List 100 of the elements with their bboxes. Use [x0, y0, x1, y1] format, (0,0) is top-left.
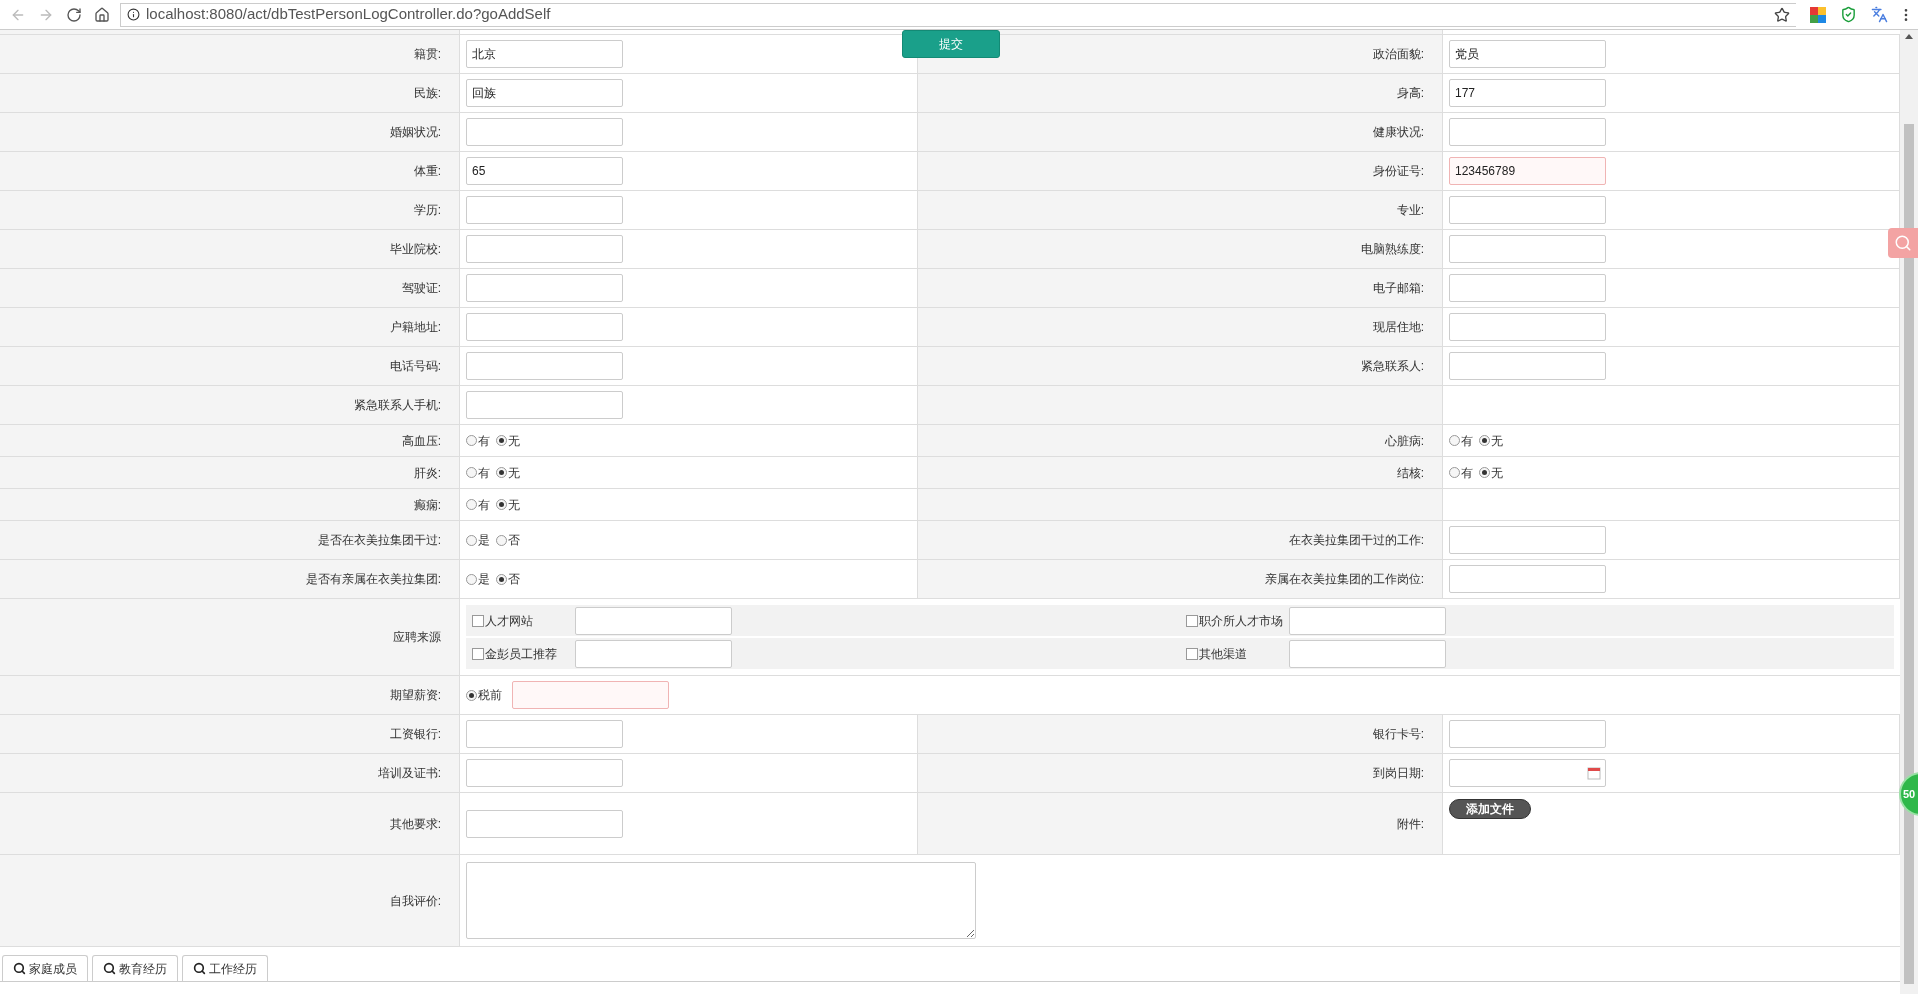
field-label: 身高:	[1396, 85, 1424, 102]
option-label: 职介所人才市场	[1199, 612, 1283, 630]
option-label: 有	[478, 432, 490, 450]
text-field[interactable]	[1449, 196, 1606, 224]
radio-button[interactable]	[1479, 467, 1490, 478]
field-label: 结核:	[1396, 464, 1424, 482]
text-field[interactable]	[466, 809, 623, 838]
search-icon	[13, 962, 26, 975]
radio-button[interactable]	[466, 499, 477, 510]
radio-button[interactable]	[1479, 435, 1490, 446]
field-label: 亲属在衣美拉集团的工作岗位:	[1264, 571, 1424, 588]
radio-button[interactable]	[466, 573, 477, 585]
text-field[interactable]	[466, 235, 623, 263]
text-field[interactable]	[1449, 274, 1606, 302]
field-label: 高血压:	[401, 432, 441, 450]
text-field[interactable]	[466, 196, 623, 224]
text-field[interactable]: 北京	[466, 40, 623, 68]
radio-button[interactable]	[1449, 435, 1460, 446]
field-label: 身份证号:	[1372, 163, 1424, 180]
date-field[interactable]	[1449, 759, 1606, 787]
radio-button[interactable]	[496, 435, 507, 446]
text-field[interactable]	[1289, 639, 1446, 668]
checkbox[interactable]	[472, 647, 484, 660]
address-bar[interactable]: localhost:8080/act/dbTestPersonLogController.do?goAddSelf	[120, 2, 1796, 27]
radio-button[interactable]	[466, 435, 477, 446]
radio-button[interactable]	[1449, 467, 1460, 478]
tab[interactable]: 家庭成员	[2, 955, 88, 981]
option-label: 无	[508, 432, 520, 450]
text-field[interactable]	[1449, 720, 1606, 748]
text-field[interactable]	[466, 274, 623, 302]
checkbox[interactable]	[472, 614, 484, 627]
field-label: 工资银行:	[389, 726, 441, 743]
text-field[interactable]	[1449, 352, 1606, 380]
text-field[interactable]	[1289, 606, 1446, 635]
field-label: 健康状况:	[1372, 124, 1424, 141]
text-field[interactable]: 177	[1449, 79, 1606, 107]
text-field[interactable]	[466, 391, 623, 419]
search-icon	[103, 962, 116, 975]
option-label: 其他渠道	[1199, 645, 1247, 663]
text-field[interactable]	[466, 759, 623, 787]
translate-icon[interactable]	[1871, 6, 1888, 23]
search-button[interactable]	[1888, 228, 1918, 258]
field-label: 婚姻状况:	[389, 124, 441, 141]
text-field[interactable]	[1449, 526, 1606, 554]
field-label: 毕业院校:	[389, 241, 441, 258]
text-field[interactable]	[1449, 313, 1606, 341]
extension-icon[interactable]	[1810, 6, 1826, 23]
field-label: 期望薪资:	[389, 687, 441, 704]
tab[interactable]: 教育经历	[92, 955, 178, 981]
checkbox[interactable]	[1186, 647, 1198, 660]
text-field[interactable]	[1449, 565, 1606, 593]
reload-icon[interactable]	[66, 6, 82, 23]
text-field[interactable]	[466, 118, 623, 146]
option-label: 人才网站	[485, 612, 533, 630]
text-field[interactable]	[466, 720, 623, 748]
field-label: 电脑熟练度:	[1360, 241, 1424, 258]
field-label: 是否有亲属在衣美拉集团:	[305, 571, 441, 588]
text-field[interactable]	[1449, 235, 1606, 263]
text-field[interactable]	[575, 639, 732, 668]
field-label: 癫痫:	[413, 496, 441, 514]
text-field[interactable]	[575, 606, 732, 635]
radio-button[interactable]	[466, 467, 477, 478]
text-field[interactable]	[466, 313, 623, 341]
scrollbar[interactable]	[1900, 30, 1918, 994]
bookmark-star-icon[interactable]	[1774, 6, 1790, 23]
home-icon[interactable]	[94, 6, 110, 23]
text-field[interactable]: 党员	[1449, 40, 1606, 68]
text-field[interactable]: 回族	[466, 79, 623, 107]
add-file-button[interactable]: 添加文件	[1449, 799, 1531, 819]
radio-button[interactable]	[496, 534, 507, 546]
field-label: 现居住地:	[1372, 319, 1424, 336]
field-label: 其他要求:	[389, 815, 441, 833]
salary-field[interactable]	[512, 681, 669, 709]
search-icon	[193, 962, 206, 975]
radio-button[interactable]	[466, 534, 477, 546]
field-label: 电话号码:	[389, 358, 441, 375]
field-label: 政治面貌:	[1372, 46, 1424, 63]
shield-icon[interactable]	[1840, 6, 1857, 23]
tab[interactable]: 工作经历	[182, 955, 268, 981]
radio-button[interactable]	[496, 499, 507, 510]
text-field[interactable]	[1449, 118, 1606, 146]
text-area[interactable]	[466, 862, 976, 939]
field-label: 紧急联系人:	[1360, 358, 1424, 375]
url-text: localhost:8080/act/dbTestPersonLogController.do?goAddSelf	[146, 4, 551, 25]
field-label: 应聘来源	[393, 629, 441, 646]
field-label: 专业:	[1396, 202, 1424, 219]
checkbox[interactable]	[1186, 614, 1198, 627]
field-label: 体重:	[413, 163, 441, 180]
field-label: 自我评价:	[389, 892, 441, 910]
radio-button[interactable]	[496, 467, 507, 478]
text-field[interactable]: 65	[466, 157, 623, 185]
option-label: 无	[1491, 464, 1503, 482]
radio-button[interactable]	[466, 689, 477, 701]
radio-button[interactable]	[496, 573, 507, 585]
text-field[interactable]: 123456789	[1449, 157, 1606, 185]
field-label: 在衣美拉集团干过的工作:	[1288, 532, 1424, 549]
option-label: 无	[1491, 432, 1503, 450]
option-label: 否	[508, 571, 520, 588]
text-field[interactable]	[466, 352, 623, 380]
field-label: 紧急联系人手机:	[353, 397, 441, 414]
